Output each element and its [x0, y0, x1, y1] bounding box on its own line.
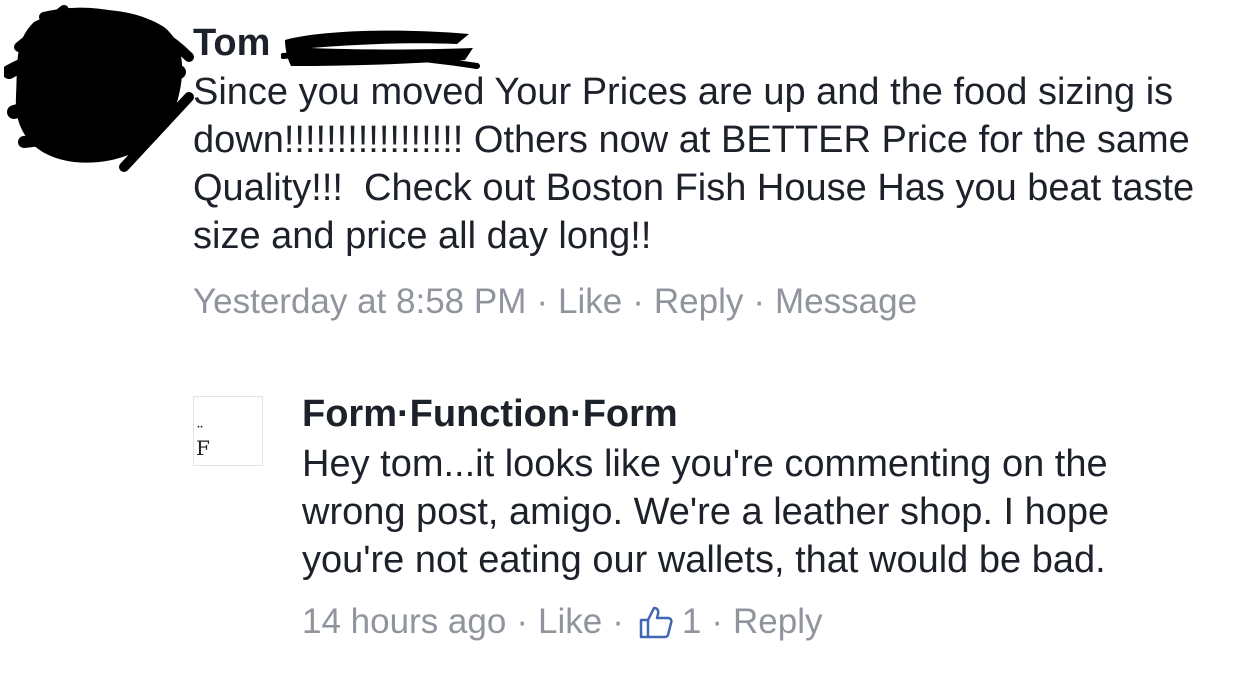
comment-1-text: Since you moved Your Prices are up and t… — [193, 71, 1205, 257]
separator-dot: · — [536, 282, 549, 321]
separator-dot: · — [632, 282, 644, 321]
separator-dot: · — [612, 602, 624, 641]
separator-dot: · — [753, 282, 766, 321]
comment-1-reply-link[interactable]: Reply — [654, 282, 743, 321]
page-avatar[interactable]: ¨ F — [193, 396, 263, 466]
comment-2-author[interactable]: Form·Function·Form — [302, 388, 1222, 440]
separator-dot: · — [516, 602, 528, 641]
comment-2-timestamp[interactable]: 14 hours ago — [302, 600, 506, 644]
comment-1-header: Tom — [193, 18, 1233, 69]
comment-1-message-link[interactable]: Message — [775, 282, 917, 321]
comment-2-like-link[interactable]: Like — [538, 600, 602, 644]
comment-2-text: Hey tom...it looks like you're commentin… — [302, 443, 1120, 581]
thumbs-up-icon[interactable] — [638, 604, 674, 640]
comment-2: Form·Function·Form Hey tom...it looks li… — [302, 388, 1222, 644]
comment-1-timestamp[interactable]: Yesterday at 8:58 PM — [193, 282, 526, 321]
redacted-avatar[interactable] — [4, 2, 194, 174]
comment-1: Tom Since you moved Your Prices are up a… — [193, 18, 1233, 324]
comment-2-like-count[interactable]: 1 — [682, 600, 701, 644]
comment-2-meta: 14 hours ago · Like · 1 · Reply — [302, 600, 1222, 644]
comment-2-reply-link[interactable]: Reply — [733, 600, 822, 644]
comment-1-meta: Yesterday at 8:58 PM · Like · Reply · Message — [193, 280, 1233, 324]
comment-1-author[interactable]: Tom — [193, 18, 270, 68]
redacted-surname — [281, 30, 480, 69]
comment-1-like-link[interactable]: Like — [558, 282, 622, 321]
avatar-logo-letter: F — [196, 436, 210, 460]
comment-thread: Tom Since you moved Your Prices are up a… — [0, 0, 1242, 697]
separator-dot: · — [711, 602, 723, 641]
